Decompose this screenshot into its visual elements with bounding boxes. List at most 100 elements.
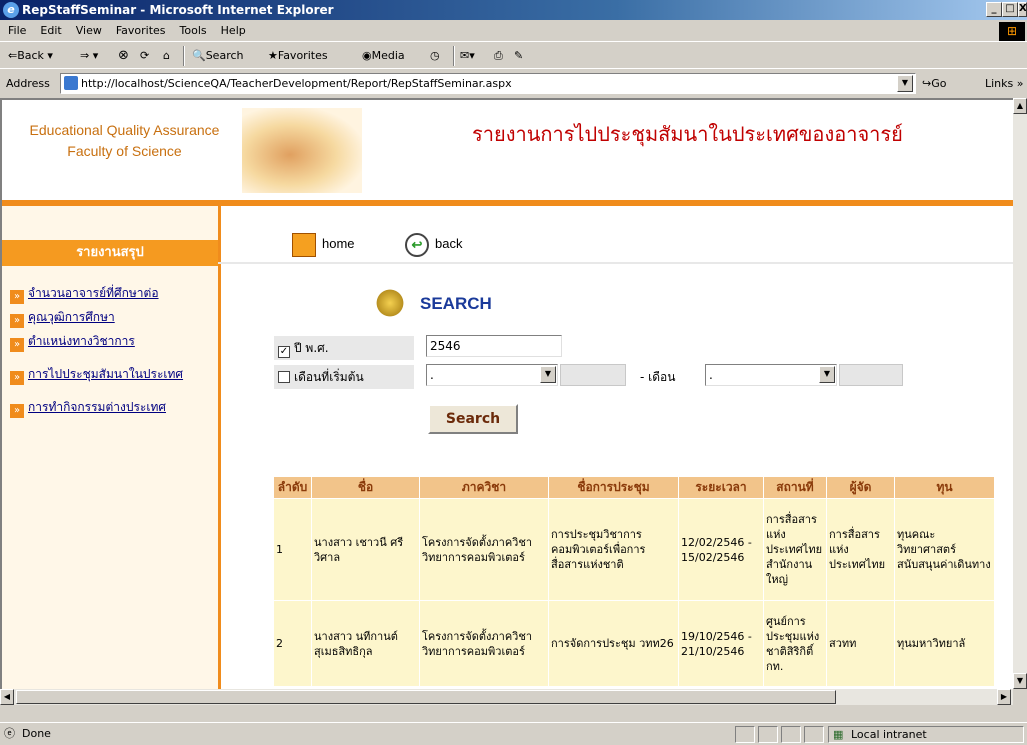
sidebar-item-study-count[interactable]: » จำนวนอาจารย์ที่ศึกษาต่อ bbox=[10, 284, 159, 304]
links-button[interactable]: Links » bbox=[985, 70, 1024, 97]
year-label[interactable]: ✓ ปี พ.ศ. bbox=[274, 336, 414, 360]
home-icon bbox=[292, 232, 316, 257]
back-button[interactable]: ⇐Back ▾ bbox=[8, 43, 53, 69]
address-bar: Address http://localhost/ScienceQA/Teach… bbox=[0, 70, 1027, 97]
sidebar bbox=[2, 206, 218, 689]
ie-logo-icon: e bbox=[3, 2, 19, 18]
forward-button[interactable]: ⇒ ▾ bbox=[80, 43, 98, 69]
cell-organizer: การสื่อสารแห่งประเทศไทย bbox=[826, 498, 895, 601]
go-button[interactable]: ↪Go bbox=[922, 70, 946, 97]
window-title: RepStaffSeminar - Microsoft Internet Exp… bbox=[22, 3, 334, 17]
search-flower-icon bbox=[374, 288, 406, 318]
banner-image bbox=[242, 108, 362, 193]
menu-file[interactable]: File bbox=[8, 24, 26, 37]
scroll-left-icon[interactable]: ◀ bbox=[0, 689, 14, 705]
cell-dept: โครงการจัดตั้งภาควิชาวิทยาการคอมพิวเตอร์ bbox=[419, 498, 549, 601]
menu-view[interactable]: View bbox=[76, 24, 102, 37]
month-start-select[interactable]: . ▼ bbox=[426, 364, 558, 386]
menu-favorites[interactable]: Favorites bbox=[116, 24, 166, 37]
col-header: ระยะเวลา bbox=[678, 476, 764, 499]
status-bar: ⓔ Done ▦ Local intranet bbox=[0, 722, 1027, 744]
scroll-down-icon[interactable]: ▼ bbox=[1013, 673, 1027, 689]
back-arrow-icon: ⇐ bbox=[8, 49, 18, 62]
sidebar-heading: รายงานสรุป bbox=[2, 240, 218, 266]
search-title: SEARCH bbox=[420, 294, 492, 313]
month-end-select[interactable]: . ▼ bbox=[705, 364, 837, 386]
arrow-icon: » bbox=[10, 371, 24, 385]
cell-period: 19/10/2546 - 21/10/2546 bbox=[678, 600, 764, 687]
nav-divider bbox=[218, 262, 1013, 264]
cell-place: การสื่อสารแห่งประเทศไทย สำนักงานใหญ่ bbox=[763, 498, 827, 601]
horizontal-scrollbar[interactable]: ◀ ▶ bbox=[0, 689, 1013, 705]
cell-place: ศูนย์การประชุมแห่งชาติสิริกิติ์ กท. bbox=[763, 600, 827, 687]
address-label: Address bbox=[6, 77, 50, 90]
edit-icon[interactable]: ✎ bbox=[514, 43, 523, 69]
year-checkbox[interactable]: ✓ bbox=[278, 346, 290, 358]
status-panel bbox=[804, 726, 824, 743]
scroll-thumb[interactable] bbox=[16, 690, 836, 704]
maximize-button[interactable]: □ bbox=[1002, 2, 1018, 17]
menu-edit[interactable]: Edit bbox=[40, 24, 61, 37]
toolbar: ⇐Back ▾ ⇒ ▾ ⊗ ⟳ ⌂ 🔍Search ★Favorites ◉Me… bbox=[0, 43, 1027, 69]
cell-name: นางสาว นทีกานต์ สุเมธสิทธิกุล bbox=[311, 600, 420, 687]
print-icon[interactable]: ⎙ bbox=[494, 43, 503, 69]
arrow-icon: » bbox=[10, 338, 24, 352]
status-text: Done bbox=[22, 727, 51, 740]
cell-conference: การจัดการประชุม วทท26 bbox=[548, 600, 679, 687]
sidebar-divider bbox=[218, 206, 221, 689]
chevron-down-icon[interactable]: ▼ bbox=[819, 366, 835, 383]
sidebar-item-seminar[interactable]: » การไปประชุมสัมนาในประเทศ bbox=[10, 365, 183, 385]
page-icon bbox=[64, 76, 78, 90]
refresh-icon[interactable]: ⟳ bbox=[140, 43, 149, 69]
home-icon[interactable]: ⌂ bbox=[163, 43, 170, 69]
month-checkbox[interactable] bbox=[278, 371, 290, 383]
history-icon[interactable]: ◷ bbox=[430, 43, 440, 69]
scroll-up-icon[interactable]: ▲ bbox=[1013, 98, 1027, 114]
month-label[interactable]: เดือนที่เริ่มต้น bbox=[274, 365, 414, 389]
org-name: Educational Quality Assurance Faculty of … bbox=[29, 122, 220, 159]
favorites-button[interactable]: ★Favorites bbox=[268, 43, 328, 69]
menu-help[interactable]: Help bbox=[221, 24, 246, 37]
go-arrow-icon: ↪ bbox=[922, 77, 932, 90]
back-link[interactable]: ↩ back bbox=[405, 230, 462, 258]
sidebar-item-qualification[interactable]: » คุณวุฒิการศึกษา bbox=[10, 308, 115, 328]
address-input[interactable]: http://localhost/ScienceQA/TeacherDevelo… bbox=[60, 73, 916, 94]
toolbar-separator bbox=[183, 46, 185, 66]
menu-tools[interactable]: Tools bbox=[180, 24, 207, 37]
month-start-extra bbox=[560, 364, 626, 386]
favorites-icon: ★ bbox=[268, 49, 278, 62]
seminar-table: ลำดับ ชื่อ ภาควิชา ชื่อการประชุม ระยะเวล… bbox=[273, 476, 995, 687]
close-button[interactable]: X bbox=[1018, 2, 1027, 17]
search-button[interactable]: 🔍Search bbox=[192, 43, 244, 69]
cell-no: 1 bbox=[273, 498, 312, 601]
page-viewport: Educational Quality Assurance Faculty of … bbox=[0, 98, 1013, 689]
col-header: ผู้จัด bbox=[826, 476, 895, 499]
address-dropdown-button[interactable]: ▼ bbox=[897, 75, 913, 92]
toolbar-separator bbox=[453, 46, 455, 66]
mail-icon[interactable]: ✉▾ bbox=[460, 43, 475, 69]
minimize-button[interactable]: _ bbox=[986, 2, 1002, 17]
search-button[interactable]: Search bbox=[428, 404, 518, 434]
scroll-right-icon[interactable]: ▶ bbox=[997, 689, 1011, 705]
done-icon: ⓔ bbox=[4, 727, 15, 740]
menu-bar: File Edit View Favorites Tools Help bbox=[0, 20, 1027, 42]
col-header: ลำดับ bbox=[273, 476, 312, 499]
cell-dept: โครงการจัดตั้งภาควิชาวิทยาการคอมพิวเตอร์ bbox=[419, 600, 549, 687]
vertical-scrollbar[interactable]: ▲ ▼ bbox=[1013, 98, 1027, 689]
stop-icon[interactable]: ⊗ bbox=[118, 43, 129, 69]
cell-name: นางสาว เชาวนี ศรีวิศาล bbox=[311, 498, 420, 601]
status-panel bbox=[735, 726, 755, 743]
sidebar-item-position[interactable]: » ตำแหน่งทางวิชาการ bbox=[10, 332, 135, 352]
col-header: ทุน bbox=[894, 476, 995, 499]
year-input[interactable]: 2546 bbox=[426, 335, 562, 357]
arrow-icon: » bbox=[10, 314, 24, 328]
sidebar-item-abroad[interactable]: » การทำกิจกรรมต่างประเทศ bbox=[10, 398, 166, 418]
cell-conference: การประชุมวิชาการคอมพิวเตอร์เพื่อการสื่อส… bbox=[548, 498, 679, 601]
chevron-down-icon[interactable]: ▼ bbox=[540, 366, 556, 383]
cell-fund: ทุนมหาวิทยาลั bbox=[894, 600, 995, 687]
table-row: 2 นางสาว นทีกานต์ สุเมธสิทธิกุล โครงการจ… bbox=[273, 600, 995, 687]
cell-fund: ทุนคณะวิทยาศาสตร์ สนับสนุนค่าเดินทาง bbox=[894, 498, 995, 601]
media-button[interactable]: ◉Media bbox=[362, 43, 405, 69]
home-link[interactable]: home bbox=[292, 230, 355, 258]
arrow-icon: » bbox=[10, 290, 24, 304]
